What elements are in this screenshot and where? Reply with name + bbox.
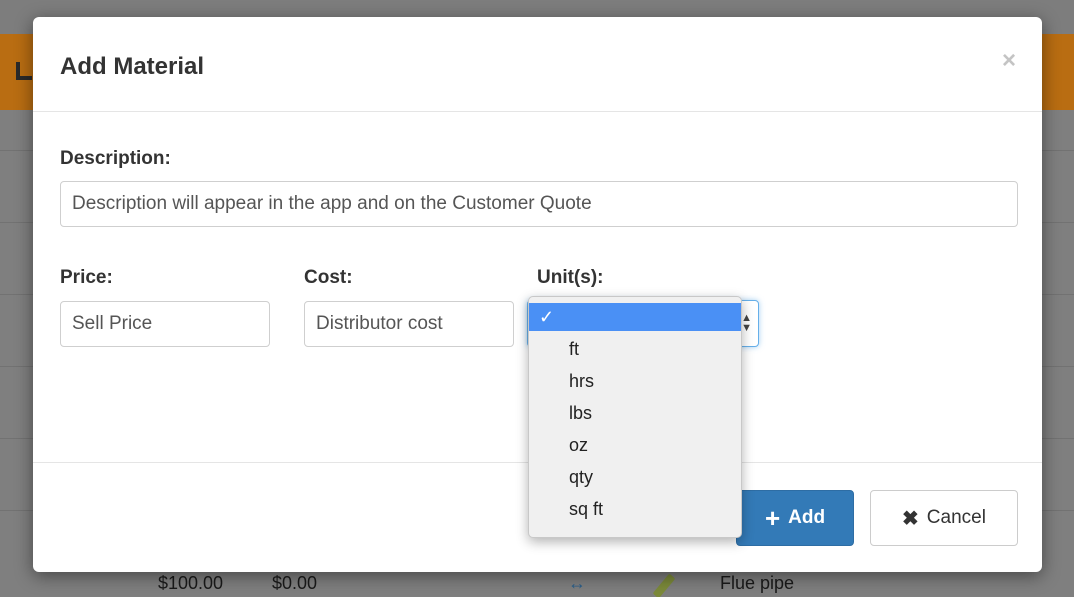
background-logo-fragment — [16, 62, 32, 80]
price-label: Price: — [60, 267, 113, 288]
background-row-description: Flue pipe — [720, 573, 795, 593]
units-option-blank[interactable]: ✓ — [529, 303, 741, 331]
cancel-button-label: Cancel — [926, 507, 986, 528]
units-dropdown-list: ✓ ft hrs lbs oz qty sq ft — [528, 296, 742, 538]
modal-title: Add Material — [60, 53, 205, 80]
units-option-qty[interactable]: qty — [529, 461, 741, 493]
plus-icon: + — [764, 503, 781, 533]
add-button[interactable]: + Add — [736, 490, 854, 546]
price-input[interactable] — [60, 301, 270, 347]
pencil-icon — [652, 573, 676, 597]
units-label: Unit(s): — [537, 267, 604, 288]
close-icon[interactable]: × — [1002, 47, 1016, 75]
cost-label: Cost: — [304, 267, 353, 288]
units-option-ft[interactable]: ft — [529, 333, 741, 365]
background-table-row: $100.00 $0.00 ↔ Flue pipe — [0, 570, 1074, 597]
cancel-button[interactable]: ✖ Cancel — [870, 490, 1018, 546]
cost-input[interactable] — [304, 301, 514, 347]
add-button-label: Add — [788, 507, 826, 528]
units-option-lbs[interactable]: lbs — [529, 397, 741, 429]
background-row-cost: $0.00 — [272, 573, 318, 593]
check-icon: ✓ — [539, 307, 555, 327]
background-row-price: $100.00 — [158, 573, 224, 593]
units-option-oz[interactable]: oz — [529, 429, 741, 461]
units-option-sq-ft[interactable]: sq ft — [529, 493, 741, 525]
modal-header: Add Material × — [33, 17, 1042, 112]
description-label: Description: — [60, 148, 171, 169]
units-option-hrs[interactable]: hrs — [529, 365, 741, 397]
description-input[interactable] — [60, 181, 1018, 227]
move-icon: ↔ — [568, 573, 586, 593]
select-arrows-icon: ▲ ▼ — [741, 312, 752, 334]
x-icon: ✖ — [902, 507, 919, 530]
